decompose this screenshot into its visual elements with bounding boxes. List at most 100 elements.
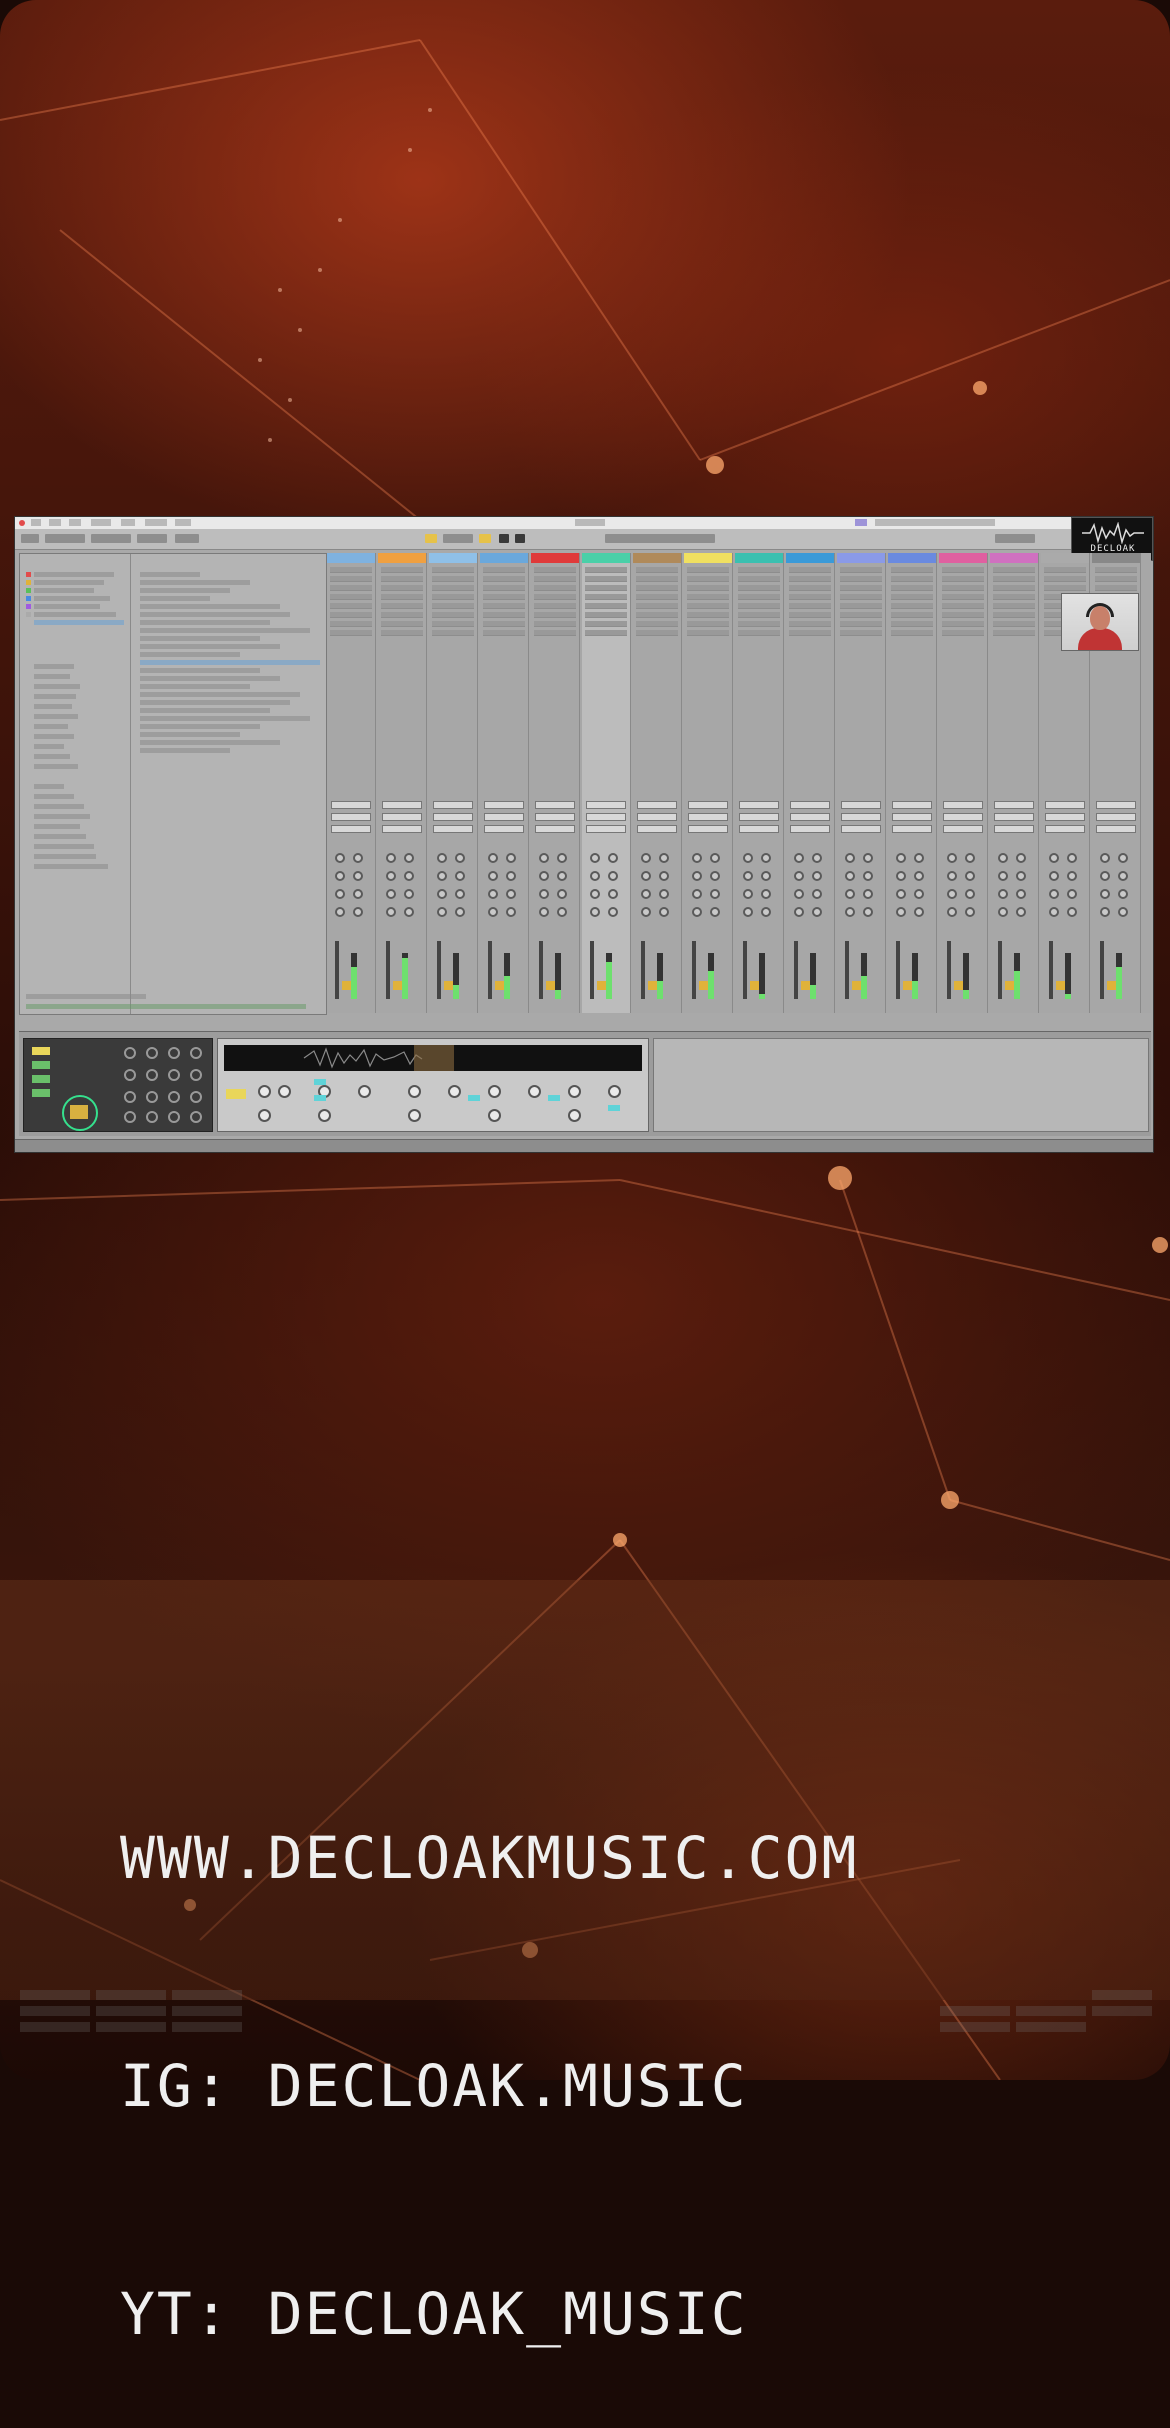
routing-chooser[interactable] bbox=[535, 825, 575, 833]
routing-chooser[interactable] bbox=[739, 813, 779, 821]
routing-chooser[interactable] bbox=[586, 813, 626, 821]
send-knob[interactable] bbox=[557, 871, 567, 881]
clip-slot[interactable] bbox=[942, 621, 984, 627]
clip-slot[interactable] bbox=[636, 621, 678, 627]
clip-slot[interactable] bbox=[432, 630, 474, 636]
send-knob[interactable] bbox=[947, 853, 957, 863]
clip-slot[interactable] bbox=[534, 594, 576, 600]
send-knob[interactable] bbox=[539, 853, 549, 863]
send-knob[interactable] bbox=[710, 889, 720, 899]
routing-chooser[interactable] bbox=[841, 813, 881, 821]
clip-slot[interactable] bbox=[891, 630, 933, 636]
send-knob[interactable] bbox=[659, 907, 669, 917]
clip-slot[interactable] bbox=[738, 630, 780, 636]
clip-slot[interactable] bbox=[432, 621, 474, 627]
clip-slot[interactable] bbox=[993, 612, 1035, 618]
routing-chooser[interactable] bbox=[382, 825, 422, 833]
clip-slot[interactable] bbox=[891, 585, 933, 591]
clip-slot[interactable] bbox=[636, 585, 678, 591]
track-activator-button[interactable] bbox=[852, 981, 861, 990]
volume-fader[interactable] bbox=[1100, 941, 1104, 999]
track-header[interactable] bbox=[990, 553, 1038, 563]
routing-chooser[interactable] bbox=[637, 801, 677, 809]
clip-slot[interactable] bbox=[483, 612, 525, 618]
volume-fader[interactable] bbox=[845, 941, 849, 999]
routing-chooser[interactable] bbox=[1045, 825, 1085, 833]
send-knob[interactable] bbox=[386, 853, 396, 863]
record-dot-icon[interactable] bbox=[19, 520, 25, 526]
clip-slot[interactable] bbox=[942, 576, 984, 582]
clip-slot[interactable] bbox=[942, 612, 984, 618]
send-knob[interactable] bbox=[812, 871, 822, 881]
routing-chooser[interactable] bbox=[841, 825, 881, 833]
routing-chooser[interactable] bbox=[994, 813, 1034, 821]
clip-slot[interactable] bbox=[381, 603, 423, 609]
routing-chooser[interactable] bbox=[331, 825, 371, 833]
track-header[interactable] bbox=[939, 553, 987, 563]
clip-slot[interactable] bbox=[534, 630, 576, 636]
routing-chooser[interactable] bbox=[739, 801, 779, 809]
send-knob[interactable] bbox=[812, 853, 822, 863]
send-knob[interactable] bbox=[794, 907, 804, 917]
clip-slot[interactable] bbox=[687, 576, 729, 582]
routing-chooser[interactable] bbox=[1045, 813, 1085, 821]
send-knob[interactable] bbox=[1067, 907, 1077, 917]
send-knob[interactable] bbox=[539, 871, 549, 881]
send-knob[interactable] bbox=[506, 889, 516, 899]
send-knob[interactable] bbox=[794, 853, 804, 863]
send-knob[interactable] bbox=[914, 853, 924, 863]
routing-chooser[interactable] bbox=[943, 813, 983, 821]
routing-chooser[interactable] bbox=[1096, 801, 1136, 809]
send-knob[interactable] bbox=[914, 871, 924, 881]
send-knob[interactable] bbox=[386, 889, 396, 899]
routing-chooser[interactable] bbox=[586, 801, 626, 809]
clip-slot[interactable] bbox=[687, 585, 729, 591]
send-knob[interactable] bbox=[590, 889, 600, 899]
clip-slot[interactable] bbox=[585, 594, 627, 600]
clip-slot[interactable] bbox=[891, 603, 933, 609]
send-knob[interactable] bbox=[845, 907, 855, 917]
track-activator-button[interactable] bbox=[1056, 981, 1065, 990]
volume-fader[interactable] bbox=[1049, 941, 1053, 999]
send-knob[interactable] bbox=[1100, 907, 1110, 917]
send-knob[interactable] bbox=[404, 871, 414, 881]
send-knob[interactable] bbox=[437, 889, 447, 899]
clip-slot[interactable] bbox=[840, 594, 882, 600]
send-knob[interactable] bbox=[455, 907, 465, 917]
clip-slot[interactable] bbox=[840, 567, 882, 573]
send-knob[interactable] bbox=[335, 907, 345, 917]
clip-slot[interactable] bbox=[381, 567, 423, 573]
send-knob[interactable] bbox=[1100, 889, 1110, 899]
routing-chooser[interactable] bbox=[433, 813, 473, 821]
send-knob[interactable] bbox=[455, 871, 465, 881]
clip-slot[interactable] bbox=[330, 576, 372, 582]
clip-slot[interactable] bbox=[381, 576, 423, 582]
clip-slot[interactable] bbox=[381, 612, 423, 618]
send-knob[interactable] bbox=[488, 907, 498, 917]
clip-slot[interactable] bbox=[993, 603, 1035, 609]
track-activator-button[interactable] bbox=[750, 981, 759, 990]
mixer-track[interactable] bbox=[633, 553, 682, 1013]
send-knob[interactable] bbox=[539, 907, 549, 917]
send-knob[interactable] bbox=[743, 853, 753, 863]
routing-chooser[interactable] bbox=[994, 825, 1034, 833]
send-knob[interactable] bbox=[1016, 853, 1026, 863]
mixer-track[interactable] bbox=[531, 553, 580, 1013]
routing-chooser[interactable] bbox=[433, 801, 473, 809]
website-link[interactable]: WWW.DECLOAKMUSIC.COM bbox=[120, 1820, 858, 1896]
mixer-track[interactable] bbox=[582, 553, 631, 1013]
routing-chooser[interactable] bbox=[1096, 813, 1136, 821]
volume-fader[interactable] bbox=[386, 941, 390, 999]
clip-slot[interactable] bbox=[432, 594, 474, 600]
send-knob[interactable] bbox=[353, 853, 363, 863]
send-knob[interactable] bbox=[659, 889, 669, 899]
send-knob[interactable] bbox=[353, 907, 363, 917]
clip-slot[interactable] bbox=[483, 585, 525, 591]
send-knob[interactable] bbox=[692, 871, 702, 881]
track-activator-button[interactable] bbox=[954, 981, 963, 990]
volume-fader[interactable] bbox=[794, 941, 798, 999]
routing-chooser[interactable] bbox=[790, 801, 830, 809]
clip-slot[interactable] bbox=[789, 621, 831, 627]
send-knob[interactable] bbox=[1118, 907, 1128, 917]
send-knob[interactable] bbox=[998, 871, 1008, 881]
